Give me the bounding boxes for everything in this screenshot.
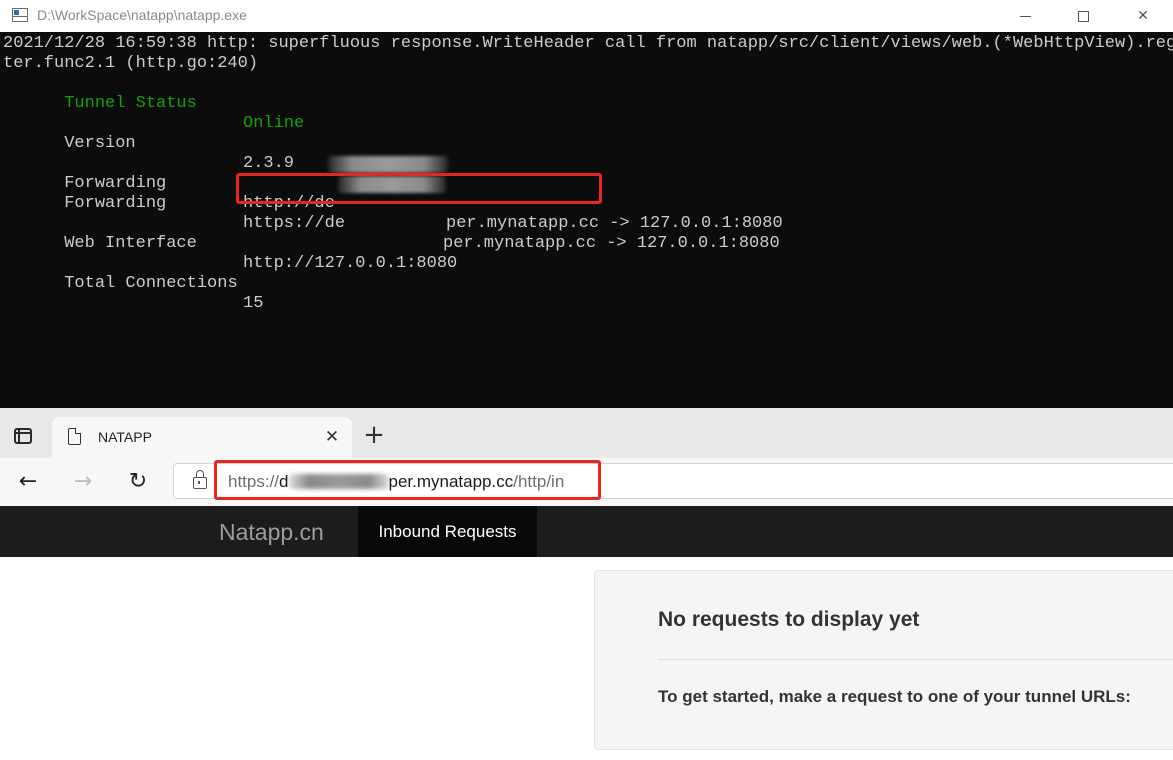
console-window-title: D:\WorkSpace\natapp\natapp.exe: [37, 7, 247, 23]
minimize-button[interactable]: [1002, 0, 1048, 32]
tab-title: NATAPP: [98, 429, 152, 445]
empty-state-title: No requests to display yet: [658, 608, 920, 631]
forward-button[interactable]: →: [67, 466, 99, 498]
highlight-box: [236, 173, 602, 204]
web-interface-label: Web Interface: [64, 234, 197, 253]
forwarding-row-http: Forwarding http://de per.mynatapp.cc -> …: [3, 154, 1003, 233]
console-window: D:\WorkSpace\natapp\natapp.exe ✕ 2021/12…: [0, 0, 1173, 408]
back-button[interactable]: ←: [12, 466, 44, 498]
tab-natapp[interactable]: NATAPP ✕: [52, 417, 352, 458]
status-row: Tunnel Status Online: [3, 74, 1003, 133]
page-icon: [68, 428, 81, 445]
console-output[interactable]: 2021/12/28 16:59:38 http: superfluous re…: [3, 32, 1173, 408]
tab-strip: NATAPP ✕ +: [0, 408, 1173, 458]
total-connections-value: 15: [243, 294, 264, 313]
site-brand[interactable]: Natapp.cn: [219, 519, 324, 546]
refresh-icon: ↻: [128, 469, 148, 494]
plus-icon: +: [363, 420, 385, 450]
refresh-button[interactable]: ↻: [122, 466, 154, 498]
status-label: Tunnel Status: [64, 94, 197, 113]
forwarding-label: Forwarding: [64, 194, 167, 213]
nav-inbound-requests[interactable]: Inbound Requests: [358, 506, 537, 557]
browser-window: NATAPP ✕ + ← → ↻ https://d per.mynatapp.c…: [0, 408, 1173, 760]
close-button[interactable]: ✕: [1120, 0, 1166, 32]
tab-close-icon[interactable]: ✕: [320, 425, 344, 449]
minimize-icon: [1019, 15, 1031, 17]
tab-actions-icon[interactable]: [14, 428, 32, 444]
lock-icon[interactable]: [193, 470, 207, 489]
log-line: 2021/12/28 16:59:38 http: superfluous re…: [3, 34, 1173, 53]
maximize-button[interactable]: [1060, 0, 1106, 32]
web-interface-row: Web Interface http://127.0.0.1:8080: [3, 214, 1003, 273]
log-line: ter.func2.1 (http.go:240): [3, 54, 259, 73]
arrow-right-icon: →: [73, 469, 93, 494]
total-connections-row: Total Connections 15: [3, 254, 1003, 313]
highlight-box: [214, 460, 601, 500]
version-row: Version 2.3.9: [3, 114, 1003, 173]
total-connections-label: Total Connections: [64, 274, 238, 293]
empty-state-instruction: To get started, make a request to one of…: [658, 687, 1131, 706]
forwarding-value-end: per.mynatapp.cc -> 127.0.0.1:8080: [443, 234, 780, 253]
close-icon: ✕: [1137, 8, 1149, 24]
redaction-blur: [328, 156, 448, 173]
console-titlebar[interactable]: D:\WorkSpace\natapp\natapp.exe ✕: [0, 0, 1173, 32]
empty-state-panel: No requests to display yet To get starte…: [594, 570, 1173, 750]
new-tab-button[interactable]: +: [360, 422, 388, 450]
site-navbar: Natapp.cn Inbound Requests: [0, 506, 1173, 557]
divider: [658, 659, 1173, 660]
version-label: Version: [64, 134, 136, 153]
console-app-icon: [12, 8, 28, 22]
arrow-left-icon: ←: [18, 469, 38, 494]
maximize-icon: [1077, 10, 1089, 22]
